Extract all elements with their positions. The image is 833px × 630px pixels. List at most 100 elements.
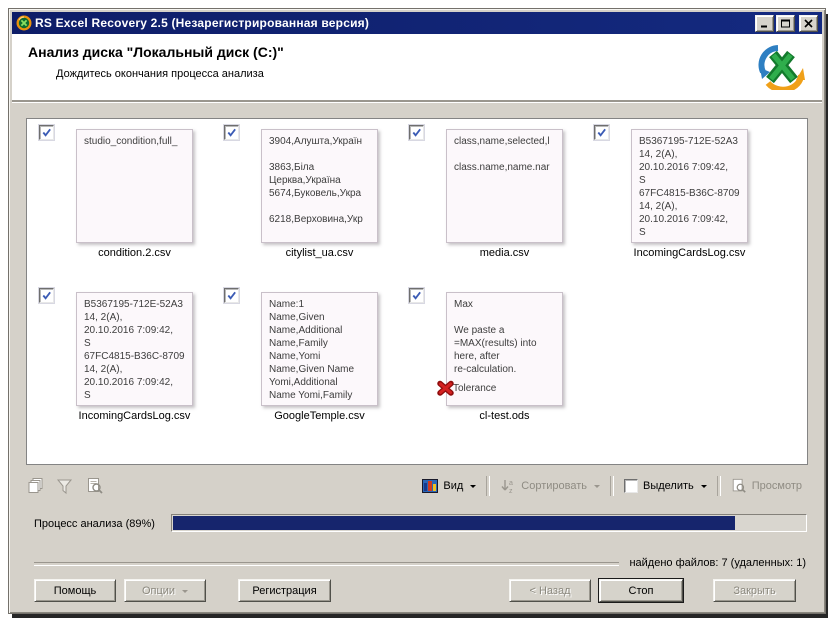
minimize-button[interactable] [755,14,774,32]
progress-bar [171,514,807,532]
file-checkbox[interactable] [39,288,54,303]
chevron-down-icon [182,589,189,596]
empty-cell [582,286,767,446]
minimize-icon [761,25,767,27]
app-window: RS Excel Recovery 2.5 (Незарегистрирован… [8,8,826,614]
status-row: найдено файлов: 7 (удаленных: 1) [34,557,806,569]
check-icon [227,128,236,137]
select-checkbox-icon [624,479,638,493]
preview-button-label: Просмотр [751,480,802,492]
view-button[interactable]: Вид [418,477,480,495]
copy-stack-icon[interactable] [26,477,44,495]
maximize-button[interactable] [776,14,795,32]
stop-button[interactable]: Стоп [598,578,684,603]
options-button[interactable]: Опции [124,579,206,602]
file-item: studio_condition,full_ condition.2.csv [27,123,212,283]
file-card[interactable]: B5367195-712E-52A3 14, 2(A), 20.10.2016 … [76,292,193,406]
sort-button-label: Сортировать [521,480,587,492]
file-card[interactable]: class,name,selected,l class.name,name.na… [446,129,563,243]
file-preview-text: studio_condition,full_ [84,136,178,147]
back-button[interactable]: < Назад [509,579,591,602]
maximize-icon [781,19,790,27]
filter-funnel-icon[interactable] [56,477,74,495]
file-card[interactable]: Max We paste a =MAX(results) into here, … [437,292,563,406]
file-item: Max We paste a =MAX(results) into here, … [397,286,582,446]
file-preview-text: B5367195-712E-52A3 14, 2(A), 20.10.2016 … [639,136,740,238]
close-dialog-button[interactable]: Закрыть [713,579,796,602]
title-bar[interactable]: RS Excel Recovery 2.5 (Незарегистрирован… [12,12,822,34]
file-checkbox[interactable] [224,288,239,303]
files-panel: studio_condition,full_ condition.2.csv 3… [26,118,808,465]
file-name: cl-test.ods [479,410,530,422]
view-button-label: Вид [443,480,464,492]
window-title: RS Excel Recovery 2.5 (Незарегистрирован… [35,16,370,30]
file-name: IncomingCardsLog.csv [78,410,191,422]
app-icon[interactable] [16,15,32,31]
file-checkbox[interactable] [224,125,239,140]
progress-fill [173,516,736,530]
close-button[interactable] [799,14,818,32]
svg-text:a: a [509,480,513,487]
file-checkbox[interactable] [409,288,424,303]
deleted-footer-label: Tolerance [453,382,497,394]
toolbar-separator [486,476,491,496]
file-card[interactable]: Name:1 Name,Given Name,Additional Name,F… [261,292,378,406]
preview-search-icon[interactable] [86,477,104,495]
page-subtitle: Дождитесь окончания процесса анализа [56,68,264,80]
file-checkbox[interactable] [39,125,54,140]
file-name: citylist_ua.csv [285,247,354,259]
sort-button[interactable]: a z Сортировать [496,476,604,496]
status-text: найдено файлов: 7 (удаленных: 1) [629,557,806,569]
help-button-label: Помощь [53,584,97,597]
page-title: Анализ диска "Локальный диск (C:)" [28,44,284,60]
preview-magnifier-icon [732,478,746,493]
select-button-label: Выделить [643,480,694,492]
stop-button-label: Стоп [628,584,654,597]
close-dialog-button-label: Закрыть [733,584,776,597]
check-icon [42,291,51,300]
check-icon [227,291,236,300]
file-preview-text: B5367195-712E-52A3 14, 2(A), 20.10.2016 … [84,299,185,401]
file-preview-text: Max We paste a =MAX(results) into here, … [454,299,537,375]
chevron-down-icon [470,485,477,491]
close-icon [804,18,813,28]
file-checkbox[interactable] [409,125,424,140]
file-preview-text: 3904,Алушта,Україн 3863,Біла Церква,Укра… [269,136,363,225]
toolbar: Вид a z Сортировать Выделить Просмотр [26,471,806,501]
select-button[interactable]: Выделить [620,477,711,495]
check-icon [597,128,606,137]
chevron-down-icon [594,485,600,491]
file-item: class,name,selected,l class.name,name.na… [397,123,582,283]
file-item: B5367195-712E-52A3 14, 2(A), 20.10.2016 … [582,123,767,283]
file-item: 3904,Алушта,Україн 3863,Біла Церква,Укра… [212,123,397,283]
register-button[interactable]: Регистрация [238,579,331,602]
view-mode-icon [422,479,439,493]
file-card[interactable]: 3904,Алушта,Україн 3863,Біла Церква,Укра… [261,129,378,243]
file-checkbox[interactable] [594,125,609,140]
preview-button[interactable]: Просмотр [727,476,806,496]
check-icon [412,291,421,300]
deleted-mark-icon [437,380,454,396]
check-icon [42,128,51,137]
file-name: condition.2.csv [98,247,171,259]
file-item: Name:1 Name,Given Name,Additional Name,F… [212,286,397,446]
toolbar-separator [610,476,614,496]
options-button-label: Опции [141,584,176,597]
sort-az-icon: a z [501,480,513,494]
file-name: media.csv [479,247,530,259]
chevron-down-icon [700,485,707,491]
header-panel: Анализ диска "Локальный диск (C:)" Дожди… [12,34,822,102]
divider [34,561,620,566]
file-card[interactable]: studio_condition,full_ [76,129,193,243]
check-icon [412,128,421,137]
excel-recovery-logo-icon [758,45,805,90]
deleted-file-footer: Tolerance [437,380,496,396]
file-preview-text: Name:1 Name,Given Name,Additional Name,F… [269,299,355,401]
register-button-label: Регистрация [252,584,317,597]
file-preview-text: class,name,selected,l class.name,name.na… [454,136,550,173]
toolbar-separator [716,476,721,496]
file-item: B5367195-712E-52A3 14, 2(A), 20.10.2016 … [27,286,212,446]
help-button[interactable]: Помощь [34,579,116,602]
file-card[interactable]: B5367195-712E-52A3 14, 2(A), 20.10.2016 … [631,129,748,243]
svg-text:z: z [509,488,513,494]
